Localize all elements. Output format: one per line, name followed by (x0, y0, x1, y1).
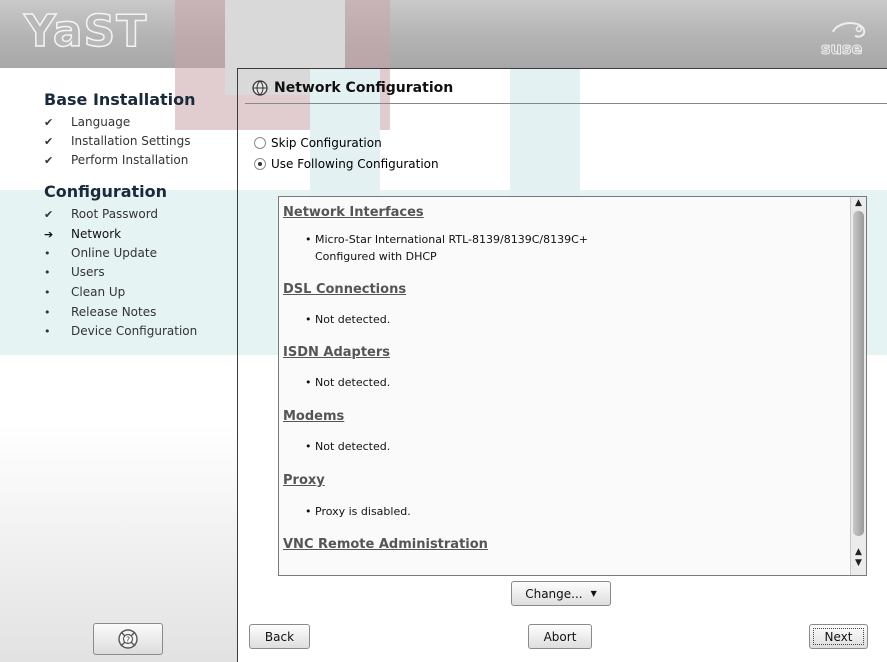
scrollbar-thumb[interactable] (853, 211, 864, 536)
help-button[interactable]: ? (93, 623, 163, 655)
step-device-configuration: • Device Configuration (44, 322, 197, 340)
step-installation-settings: ✔ Installation Settings (44, 132, 191, 150)
step-clean-up: • Clean Up (44, 283, 125, 301)
summary-scrollbar[interactable]: ▲ ▲ ▼ (850, 197, 866, 575)
list-item: • Proxy is disabled. (305, 505, 411, 518)
step-perform-installation: ✔ Perform Installation (44, 151, 188, 169)
radio-skip-configuration[interactable]: Skip Configuration (254, 134, 382, 152)
summary-heading-network-interfaces[interactable]: Network Interfaces (283, 205, 424, 220)
checkmark-icon: ✔ (44, 116, 54, 129)
page-title: Network Configuration (274, 80, 454, 96)
arrow-right-icon: ➔ (44, 228, 54, 241)
section-title-base-installation: Base Installation (44, 90, 196, 109)
next-button[interactable]: Next (809, 624, 868, 649)
summary-heading-proxy[interactable]: Proxy (283, 473, 325, 488)
list-item: • Not detected. (305, 440, 391, 453)
radio-label: Skip Configuration (271, 136, 382, 150)
summary-heading-dsl[interactable]: DSL Connections (283, 282, 406, 297)
network-globe-icon (252, 80, 268, 96)
sidebar: Base Installation ✔ Language ✔ Installatio… (0, 68, 237, 662)
list-item: • Micro-Star International RTL-8139/8139C… (305, 233, 588, 246)
step-users: • Users (44, 263, 105, 281)
radio-button-selected-icon[interactable] (254, 158, 266, 170)
chevron-down-icon: ▼ (590, 589, 597, 598)
list-item: • Not detected. (305, 313, 391, 326)
bullet-icon: • (44, 266, 51, 279)
section-title-configuration: Configuration (44, 182, 168, 201)
radio-label: Use Following Configuration (271, 157, 439, 171)
yast-logo: YaST (23, 5, 148, 58)
step-language: ✔ Language (44, 113, 130, 131)
checkmark-icon: ✔ (44, 135, 54, 148)
bullet-icon: • (44, 247, 51, 260)
scroll-down-arrow-icon[interactable]: ▼ (851, 558, 866, 568)
summary-heading-isdn[interactable]: ISDN Adapters (283, 345, 390, 360)
summary-heading-modems[interactable]: Modems (283, 409, 344, 424)
radio-button-icon[interactable] (254, 137, 266, 149)
title-divider (245, 103, 887, 104)
checkmark-icon: ✔ (44, 208, 54, 221)
step-root-password: ✔ Root Password (44, 205, 158, 223)
scroll-up-arrow-icon[interactable]: ▲ (851, 198, 866, 208)
header-bar: YaST suse (0, 0, 887, 68)
abort-button[interactable]: Abort (528, 624, 592, 649)
configuration-summary[interactable]: Network Interfaces • Micro-Star Internati… (278, 196, 867, 576)
list-item: • Not detected. (305, 376, 391, 389)
change-dropdown-button[interactable]: Change... ▼ (511, 581, 611, 606)
help-lifebuoy-icon: ? (118, 629, 138, 649)
checkmark-icon: ✔ (44, 154, 54, 167)
bullet-icon: • (44, 325, 51, 338)
suse-logo-icon: suse (821, 22, 866, 59)
summary-heading-vnc[interactable]: VNC Remote Administration (283, 537, 488, 552)
back-button[interactable]: Back (249, 624, 310, 649)
list-item-continuation: Configured with DHCP (315, 250, 437, 263)
bullet-icon: • (44, 286, 51, 299)
step-network: ➔ Network (44, 225, 121, 243)
scroll-up-arrow-icon[interactable]: ▲ (851, 547, 866, 557)
step-release-notes: • Release Notes (44, 303, 156, 321)
page-title-row: Network Configuration (252, 77, 453, 99)
step-online-update: • Online Update (44, 244, 157, 262)
radio-use-following-configuration[interactable]: Use Following Configuration (254, 155, 439, 173)
bullet-icon: • (44, 306, 51, 319)
suse-logo-text: suse (821, 39, 862, 58)
main-panel: Network Configuration Skip Configuration… (237, 68, 887, 662)
svg-text:?: ? (126, 636, 130, 645)
